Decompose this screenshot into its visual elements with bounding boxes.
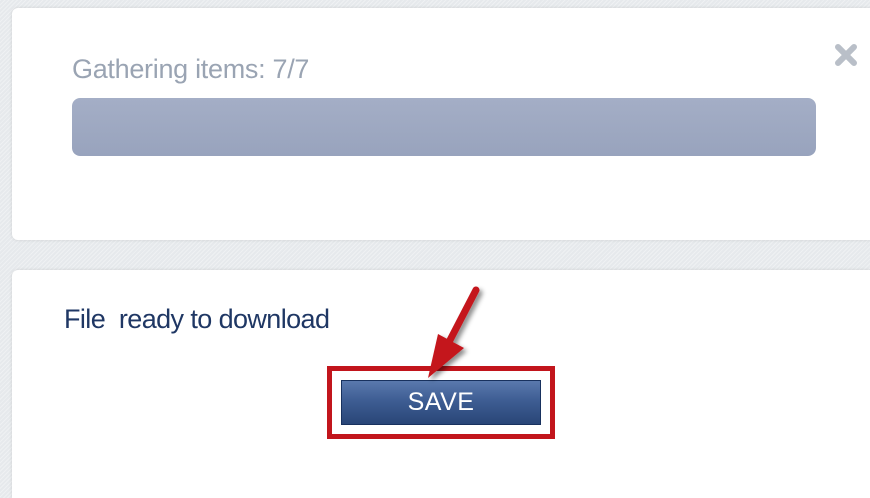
red-arrow-annotation — [428, 286, 480, 378]
progress-label: Gathering items: 7/7 — [72, 54, 310, 84]
save-button[interactable]: SAVE — [341, 380, 541, 425]
progress-panel: Gathering items: 7/7 — [12, 8, 870, 240]
download-status-text: File ready to download — [64, 304, 330, 334]
progress-bar — [72, 98, 816, 156]
progress-bar-fill — [72, 98, 816, 156]
close-icon[interactable] — [829, 38, 863, 72]
